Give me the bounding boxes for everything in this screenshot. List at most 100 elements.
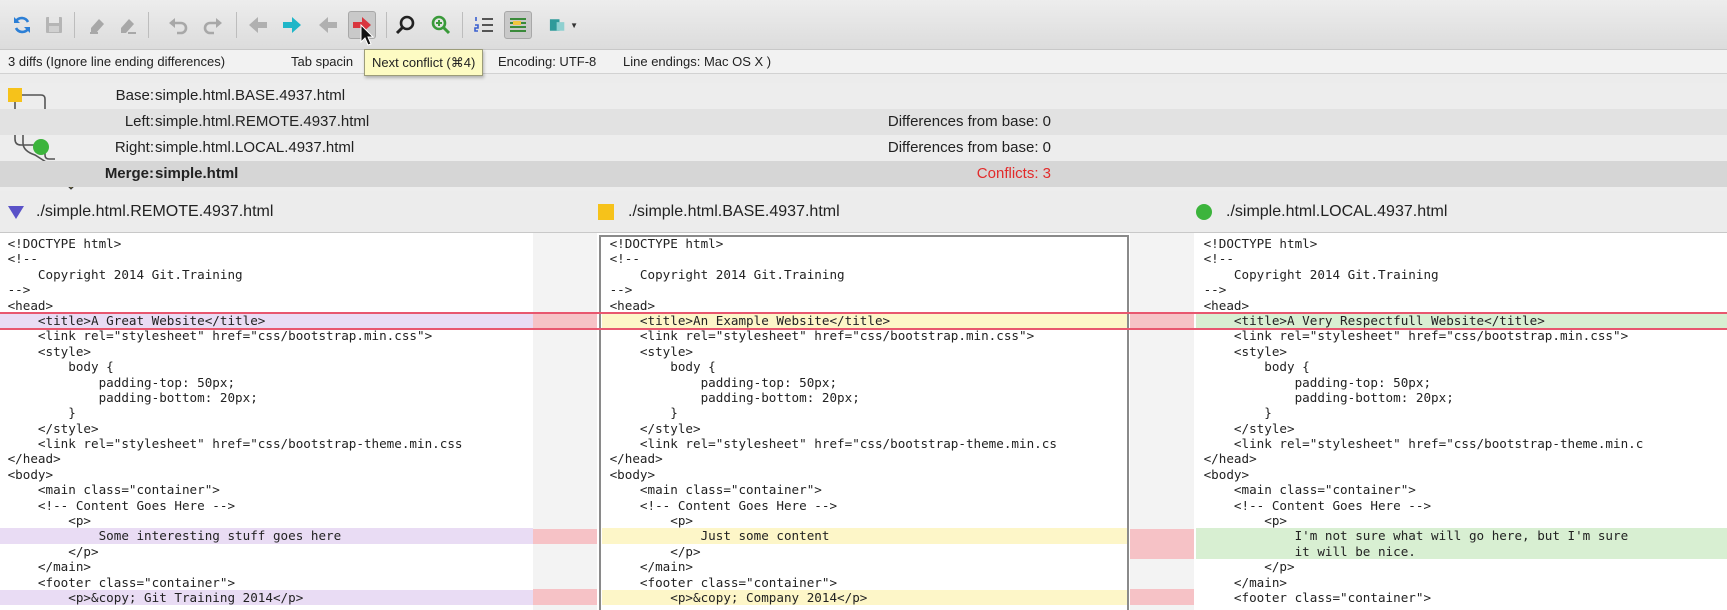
code-line[interactable]: padding-bottom: 20px; [1196,390,1727,405]
show-whitespace-icon [510,18,526,32]
code-line[interactable]: </head> [602,451,1127,466]
code-line[interactable]: body { [0,359,533,374]
code-line[interactable]: padding-top: 50px; [0,375,533,390]
code-line[interactable]: Copyright 2014 Git.Training [1196,267,1727,282]
code-line[interactable]: </main> [0,559,533,574]
resolve-left-button[interactable] [84,11,112,39]
code-line[interactable]: </head> [0,451,533,466]
code-line[interactable]: <link rel="stylesheet" href="css/bootstr… [0,436,533,451]
find-button[interactable] [392,11,420,39]
code-line[interactable]: body { [602,359,1127,374]
code-line[interactable]: <head> [602,298,1127,313]
code-line[interactable]: </head> [1196,451,1727,466]
code-line[interactable]: </p> [1196,559,1727,574]
code-line[interactable]: </p> [0,544,533,559]
next-difference-button[interactable] [278,11,306,39]
code-line[interactable]: <head> [1196,298,1727,313]
code-line[interactable]: <body> [1196,467,1727,482]
code-line[interactable]: <!DOCTYPE html> [0,236,533,251]
code-line[interactable]: </main> [602,559,1127,574]
code-line[interactable]: </p> [602,544,1127,559]
code-line[interactable]: Just some content [602,528,1127,544]
code-line[interactable]: <main class="container"> [1196,482,1727,497]
code-line[interactable]: <p>&copy; Git Training 2014</p> [0,589,533,606]
code-line[interactable]: } [602,405,1127,420]
code-line[interactable]: <!-- [0,251,533,266]
previous-difference-button[interactable] [244,11,272,39]
resolve-right-button[interactable] [114,11,142,39]
code-line[interactable]: <p> [1196,513,1727,528]
code-line[interactable]: <title>An Example Website</title> [602,312,1127,329]
code-line[interactable]: <footer class="container"> [1196,590,1727,605]
code-line[interactable]: I'm not sure what will go here, but I'm … [1196,528,1727,544]
code-line[interactable]: <body> [0,467,533,482]
base-pane-header: ./simple.html.BASE.4937.html [598,198,840,226]
code-line[interactable]: <link rel="stylesheet" href="css/bootstr… [602,328,1127,343]
right-diff-count: Differences from base: 0 [887,139,1051,156]
code-line[interactable]: <!-- Content Goes Here --> [0,498,533,513]
code-line[interactable]: <footer class="container"> [0,575,533,590]
code-line[interactable]: <main class="container"> [602,482,1127,497]
code-line[interactable]: --> [1196,282,1727,297]
code-line[interactable]: <head> [0,298,533,313]
line-numbers-button[interactable] [470,11,498,39]
base-label: Base: [115,87,154,104]
encoding[interactable]: Encoding: UTF-8 [498,50,596,74]
code-line[interactable]: Copyright 2014 Git.Training [602,267,1127,282]
code-line[interactable]: padding-top: 50px; [1196,375,1727,390]
code-line[interactable]: <link rel="stylesheet" href="css/bootstr… [1196,436,1727,451]
code-line[interactable]: <p> [602,513,1127,528]
code-line[interactable]: Copyright 2014 Git.Training [0,267,533,282]
code-line[interactable]: <style> [602,344,1127,359]
code-line[interactable]: <!DOCTYPE html> [1196,236,1727,251]
code-line[interactable]: padding-top: 50px; [602,375,1127,390]
save-icon [46,17,62,33]
code-line[interactable]: --> [0,282,533,297]
code-line[interactable]: <style> [0,344,533,359]
code-line[interactable]: </main> [1196,575,1727,590]
code-line[interactable]: <main class="container"> [0,482,533,497]
resolve-right-icon [121,19,136,34]
code-area: <!DOCTYPE html> <!-- Copyright 2014 Git.… [0,232,1727,610]
code-line[interactable]: <body> [602,467,1127,482]
code-line[interactable]: <!-- Content Goes Here --> [602,498,1127,513]
local-pane[interactable]: <!DOCTYPE html> <!-- Copyright 2014 Git.… [1196,236,1727,605]
code-line[interactable]: body { [1196,359,1727,374]
code-line[interactable]: <!-- [1196,251,1727,266]
code-line[interactable]: <link rel="stylesheet" href="css/bootstr… [1196,328,1727,343]
code-line[interactable]: } [1196,405,1727,420]
redo-button[interactable] [199,11,227,39]
show-whitespace-button[interactable] [504,11,532,39]
code-line[interactable]: <link rel="stylesheet" href="css/bootstr… [602,436,1127,451]
base-pane[interactable]: <!DOCTYPE html> <!-- Copyright 2014 Git.… [602,236,1127,606]
save-button[interactable] [40,11,68,39]
find-next-button[interactable] [426,11,454,39]
code-line[interactable]: } [0,405,533,420]
code-line[interactable]: <!-- Content Goes Here --> [1196,498,1727,513]
code-line[interactable]: padding-bottom: 20px; [602,390,1127,405]
code-line[interactable]: </style> [0,421,533,436]
refresh-button[interactable] [8,11,36,39]
code-line[interactable]: <style> [1196,344,1727,359]
line-endings[interactable]: Line endings: Mac OS X ) [623,50,771,74]
code-line[interactable]: </style> [602,421,1127,436]
previous-conflict-icon [319,17,337,33]
code-line[interactable]: Some interesting stuff goes here [0,528,533,544]
previous-conflict-button[interactable] [314,11,342,39]
tab-spacing[interactable]: Tab spacin [291,50,353,74]
code-line[interactable]: <!-- [602,251,1127,266]
code-line[interactable]: <!DOCTYPE html> [602,236,1127,251]
code-line[interactable]: --> [602,282,1127,297]
code-line[interactable]: <link rel="stylesheet" href="css/bootstr… [0,328,533,343]
code-line[interactable]: <footer class="container"> [602,575,1127,590]
code-line[interactable]: <p> [0,513,533,528]
code-line[interactable]: </style> [1196,421,1727,436]
code-line[interactable]: <title>A Great Website</title> [0,312,533,329]
remote-pane[interactable]: <!DOCTYPE html> <!-- Copyright 2014 Git.… [0,236,533,606]
undo-button[interactable] [164,11,192,39]
code-line[interactable]: <p>&copy; Company 2014</p> [602,589,1127,606]
code-line[interactable]: <title>A Very Respectfull Website</title… [1196,312,1727,329]
code-line[interactable]: padding-bottom: 20px; [0,390,533,405]
code-line[interactable]: it will be nice. [1196,543,1727,560]
merge-mode-dropdown[interactable]: ▼ [548,11,578,39]
